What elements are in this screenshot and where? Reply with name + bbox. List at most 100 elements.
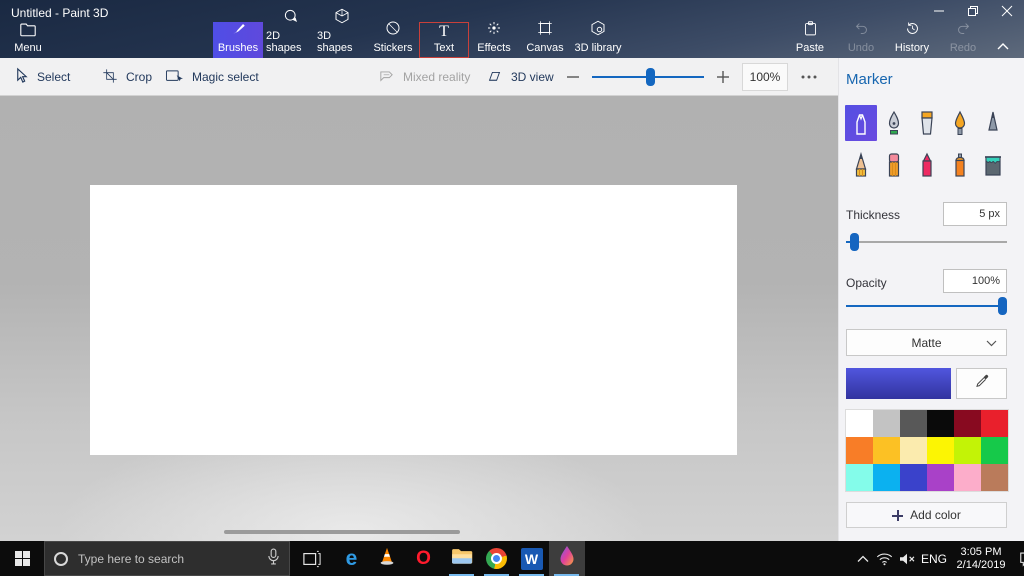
brushes-panel: Marker T <box>838 58 1024 541</box>
taskbar-app-chrome[interactable] <box>479 541 514 576</box>
palette-color[interactable] <box>900 464 927 491</box>
add-color-button[interactable]: Add color <box>846 502 1007 528</box>
drawing-canvas[interactable] <box>90 185 737 455</box>
taskbar-app-edge[interactable]: e <box>334 541 369 576</box>
more-options-button[interactable] <box>800 58 818 96</box>
window-title: Untitled - Paint 3D <box>11 6 108 20</box>
palette-color[interactable] <box>873 464 900 491</box>
current-color-swatch[interactable] <box>846 368 951 399</box>
opacity-slider-track[interactable] <box>846 305 1007 307</box>
brush-calligraphy-pen[interactable] <box>878 105 910 141</box>
brush-fill[interactable] <box>977 147 1009 183</box>
wifi-icon[interactable] <box>874 541 894 576</box>
add-color-label: Add color <box>910 508 961 522</box>
palette-color[interactable] <box>927 437 954 464</box>
tab-label: Brushes <box>218 42 258 54</box>
opacity-label: Opacity <box>846 276 887 290</box>
brush-crayon[interactable] <box>911 147 943 183</box>
palette-color[interactable] <box>954 410 981 437</box>
taskbar-app-paint-3d[interactable] <box>549 541 585 576</box>
horizontal-scrollbar[interactable] <box>224 530 460 534</box>
brush-oil-brush[interactable] <box>911 105 943 141</box>
tab-3d-library[interactable]: 3D library <box>571 22 625 58</box>
tray-chevron-up-icon[interactable] <box>854 541 872 576</box>
palette-color[interactable] <box>981 437 1008 464</box>
brush-marker[interactable] <box>845 105 877 141</box>
palette-color[interactable] <box>954 437 981 464</box>
collapse-ribbon-button[interactable] <box>990 36 1016 56</box>
palette-color[interactable] <box>954 464 981 491</box>
volume-muted-icon[interactable] <box>896 541 918 576</box>
search-input[interactable] <box>76 551 258 567</box>
brush-watercolour[interactable] <box>944 105 976 141</box>
tray-date: 2/14/2019 <box>957 559 1006 572</box>
thickness-slider-thumb[interactable] <box>850 233 859 251</box>
palette-color[interactable] <box>900 437 927 464</box>
opacity-input[interactable] <box>943 269 1007 293</box>
zoom-level-value[interactable]: 100% <box>742 63 788 91</box>
vlc-icon <box>377 546 397 571</box>
palette-color[interactable] <box>927 410 954 437</box>
3d-view-button[interactable]: 3D view <box>486 58 554 96</box>
mixed-reality-label: Mixed reality <box>403 70 470 84</box>
palette-color[interactable] <box>846 410 873 437</box>
thickness-input[interactable] <box>943 202 1007 226</box>
redo-icon <box>955 20 972 40</box>
file-explorer-icon <box>451 547 473 570</box>
taskbar-app-file-explorer[interactable] <box>444 541 479 576</box>
start-button[interactable] <box>0 541 44 576</box>
language-indicator[interactable]: ENG <box>918 541 950 576</box>
zoom-out-button[interactable] <box>566 58 580 96</box>
brush-pencil[interactable] <box>845 147 877 183</box>
tab-2d-shapes[interactable]: 2D shapes <box>266 22 316 58</box>
menu-button[interactable]: Menu <box>8 22 48 58</box>
zoom-slider-thumb[interactable] <box>646 68 655 86</box>
paste-button[interactable]: Paste <box>787 22 833 58</box>
task-view-button[interactable] <box>294 541 329 576</box>
action-label: History <box>895 42 929 54</box>
brush-eraser[interactable] <box>878 147 910 183</box>
clock[interactable]: 3:05 PM 2/14/2019 <box>950 541 1012 576</box>
palette-color[interactable] <box>900 410 927 437</box>
select-button[interactable]: Select <box>14 58 70 96</box>
palette-color[interactable] <box>846 464 873 491</box>
tab-text[interactable]: T Text <box>419 22 469 58</box>
opacity-slider-thumb[interactable] <box>998 297 1007 315</box>
taskbar-app-word[interactable]: W <box>514 541 549 576</box>
palette-color[interactable] <box>873 437 900 464</box>
minimize-button[interactable] <box>922 0 956 22</box>
palette-color[interactable] <box>846 437 873 464</box>
taskbar-app-opera[interactable]: O <box>406 541 441 576</box>
palette-color[interactable] <box>873 410 900 437</box>
thickness-slider-track[interactable] <box>846 241 1007 243</box>
brush-spray-can[interactable] <box>944 147 976 183</box>
eyedropper-button[interactable] <box>956 368 1007 399</box>
action-center-button[interactable] <box>1014 541 1024 576</box>
chrome-icon <box>486 548 507 569</box>
tab-stickers[interactable]: Stickers <box>368 22 418 58</box>
history-button[interactable]: History <box>889 22 935 58</box>
finish-dropdown[interactable]: Matte <box>846 329 1007 356</box>
palette-color[interactable] <box>927 464 954 491</box>
tab-3d-shapes[interactable]: 3D shapes <box>317 22 367 58</box>
brush-pixel-pen[interactable] <box>977 105 1009 141</box>
tab-effects[interactable]: Effects <box>469 22 519 58</box>
thickness-label: Thickness <box>846 208 900 222</box>
tab-brushes[interactable]: Brushes <box>213 22 263 58</box>
zoom-in-button[interactable] <box>716 58 730 96</box>
tab-canvas[interactable]: Canvas <box>520 22 570 58</box>
palette-color[interactable] <box>981 464 1008 491</box>
palette-color[interactable] <box>981 410 1008 437</box>
word-icon: W <box>521 548 543 570</box>
3d-shapes-icon <box>333 7 351 28</box>
taskbar-app-vlc[interactable] <box>369 541 404 576</box>
close-button[interactable] <box>990 0 1024 22</box>
tab-label: 2D shapes <box>266 30 316 54</box>
microphone-icon[interactable] <box>267 548 280 570</box>
restore-button[interactable] <box>956 0 990 22</box>
crop-button[interactable]: Crop <box>102 58 152 96</box>
action-label: Paste <box>796 42 824 54</box>
title-bar: Untitled - Paint 3D Menu Brushes <box>0 0 1024 58</box>
taskbar-search[interactable] <box>44 541 290 576</box>
magic-select-button[interactable]: Magic select <box>165 58 259 96</box>
